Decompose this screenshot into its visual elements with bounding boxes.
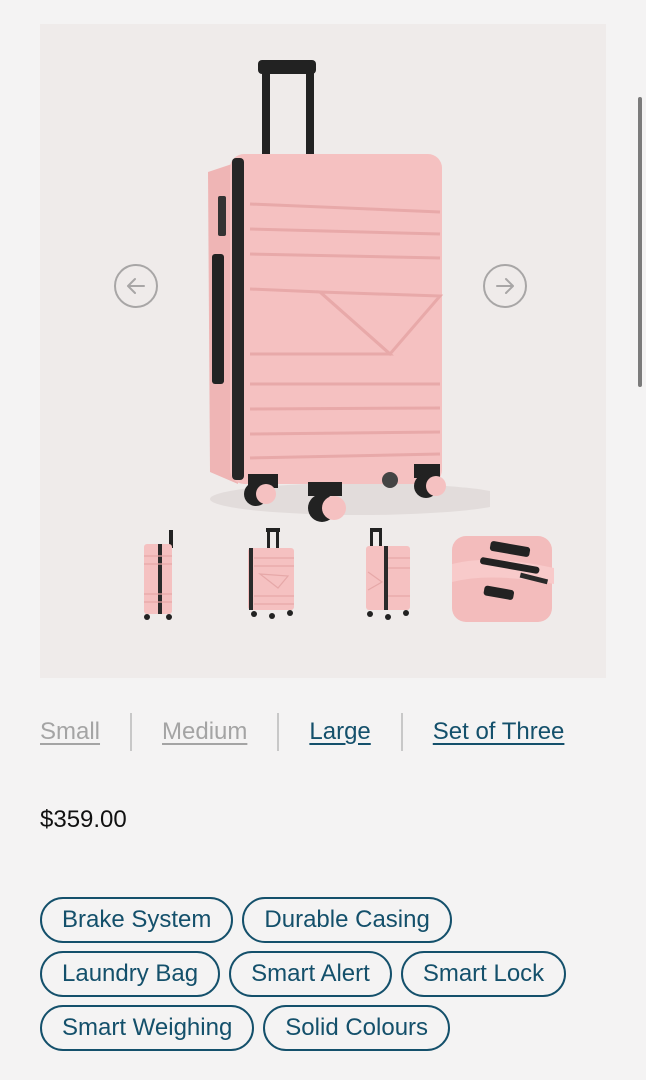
- feature-tags: Brake System Durable Casing Laundry Bag …: [40, 897, 620, 1059]
- feature-tag-durable-casing[interactable]: Durable Casing: [242, 897, 452, 943]
- arrow-right-icon: [496, 278, 514, 294]
- size-option-medium[interactable]: Medium: [162, 718, 247, 746]
- thumbnail-angle-view[interactable]: [358, 524, 416, 634]
- feature-tag-solid-colours[interactable]: Solid Colours: [263, 1005, 451, 1051]
- product-price: $359.00: [40, 806, 127, 833]
- feature-row: Brake System Durable Casing: [40, 897, 620, 943]
- feature-row: Smart Weighing Solid Colours: [40, 1005, 620, 1051]
- product-page: Small Medium Large Set of Three $359.00 …: [0, 0, 646, 1080]
- size-option-small[interactable]: Small: [40, 718, 100, 746]
- thumbnail-handle-closeup[interactable]: [450, 524, 554, 634]
- next-image-button[interactable]: [483, 264, 527, 308]
- size-option-large[interactable]: Large: [309, 718, 370, 746]
- thumbnail-strip: [40, 524, 606, 634]
- feature-tag-smart-alert[interactable]: Smart Alert: [229, 951, 392, 997]
- divider: [277, 713, 280, 751]
- feature-tag-smart-lock[interactable]: Smart Lock: [400, 951, 567, 997]
- feature-tag-laundry-bag[interactable]: Laundry Bag: [40, 951, 221, 997]
- thumbnail-front-view[interactable]: [238, 524, 308, 634]
- feature-tag-smart-weighing[interactable]: Smart Weighing: [40, 1005, 255, 1051]
- main-product-image: [208, 60, 490, 522]
- previous-image-button[interactable]: [114, 264, 158, 308]
- arrow-left-icon: [127, 278, 145, 294]
- scrollbar[interactable]: [638, 97, 642, 387]
- size-selector: Small Medium Large Set of Three: [40, 712, 606, 752]
- feature-row: Laundry Bag Smart Alert Smart Lock: [40, 951, 620, 997]
- divider: [130, 713, 133, 751]
- thumbnail-side-view[interactable]: [132, 524, 188, 634]
- divider: [400, 713, 403, 751]
- product-gallery: [40, 24, 606, 678]
- size-option-set-of-three[interactable]: Set of Three: [433, 718, 565, 746]
- feature-tag-brake-system[interactable]: Brake System: [40, 897, 234, 943]
